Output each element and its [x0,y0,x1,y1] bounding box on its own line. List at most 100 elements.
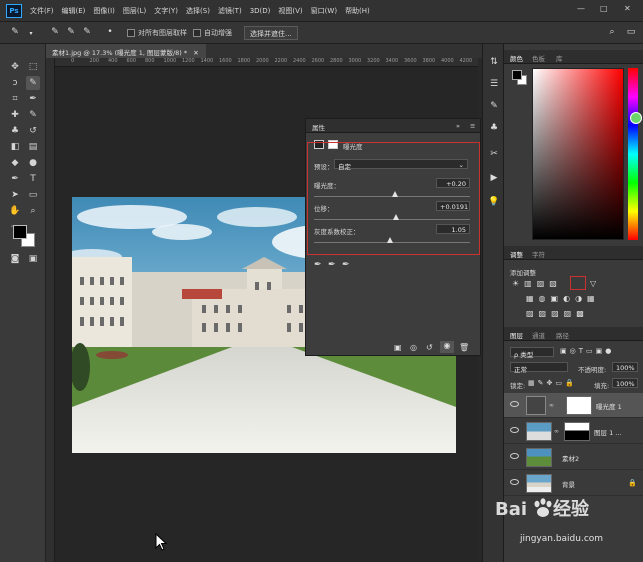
adjustment-icons-row-1[interactable]: ☀▥▨▧ [512,279,562,288]
color-panel-foreground[interactable] [512,70,522,80]
pen-tool-icon[interactable]: ✒ [8,172,22,186]
layer-row-exposure[interactable]: ∞ 曝光度 1 [504,393,643,418]
gray-point-eyedropper-icon[interactable]: ✒ [328,260,336,270]
menu-view[interactable]: 视图(V) [278,6,302,16]
quick-selection-tool-icon[interactable]: ✎ [26,76,40,90]
view-previous-state-icon[interactable]: ◎ [410,343,417,352]
tab-channels[interactable]: 通道 [532,330,545,340]
delete-icon[interactable]: 🗑 [459,343,469,352]
layer-filter-icons[interactable]: ▣◎T▭▣● [560,347,614,355]
brush-tool-icon[interactable]: ✎ [26,108,40,122]
close-button[interactable]: ✕ [624,4,631,13]
panel-menu-icon[interactable]: ≡ [470,122,475,130]
foreground-color-swatch[interactable] [13,225,27,239]
lock-icons[interactable]: ▦✎✥▭🔒 [528,379,577,387]
menu-window[interactable]: 窗口(W) [311,6,337,16]
minimize-button[interactable]: — [577,4,585,13]
gradient-map-icon[interactable]: ▽ [590,279,596,288]
quick-selection-tool-preset-icon[interactable]: ✎ [8,27,22,39]
lasso-tool-icon[interactable]: ↄ [8,76,22,90]
menu-edit[interactable]: 编辑(E) [62,6,86,16]
subtract-from-selection-icon[interactable]: ✎ [80,27,94,39]
chevron-down-icon[interactable]: ▾ [24,30,38,42]
hand-tool-icon[interactable]: ✋ [8,204,22,218]
blend-mode-dropdown[interactable]: 正常 [510,362,568,374]
eye-icon[interactable] [510,401,519,407]
tab-character[interactable]: 字符 [532,249,545,259]
menu-image[interactable]: 图像(I) [93,6,115,16]
tab-paths[interactable]: 路径 [556,330,569,340]
maximize-button[interactable]: □ [600,4,608,13]
menu-layer[interactable]: 图层(L) [123,6,146,16]
link-icon[interactable]: ∞ [554,428,559,435]
path-selection-tool-icon[interactable]: ➤ [8,188,22,202]
black-point-eyedropper-icon[interactable]: ✒ [314,260,322,270]
actions-play-icon[interactable]: ▶ [488,172,500,184]
adjust-panel-icon[interactable]: ☰ [488,78,500,90]
fill-input[interactable]: 100% [612,378,638,388]
healing-brush-tool-icon[interactable]: ✚ [8,108,22,122]
tab-adjustments[interactable]: 调整 [510,249,523,259]
adjustment-icons-row-2[interactable]: ▦◍▣◐◑▦ [526,294,600,303]
color-picker-field[interactable] [532,68,624,240]
tab-swatches[interactable]: 色板 [532,53,545,63]
menu-filter[interactable]: 滤镜(T) [218,6,242,16]
eye-icon[interactable] [510,479,519,485]
menu-file[interactable]: 文件(F) [30,6,54,16]
eye-icon[interactable] [510,427,519,433]
rectangle-tool-icon[interactable]: ▭ [26,188,40,202]
add-to-selection-icon[interactable]: ✎ [64,27,78,39]
crop-tool-icon[interactable]: ⌗ [8,92,22,106]
horizontal-ruler[interactable]: 0 200 400 600 800 1000 1200 1400 1600 1800 2000 220… [46,58,478,67]
layer-row-material2[interactable]: 素材2 [504,445,643,470]
properties-tab[interactable]: 属性 [312,122,325,132]
clone-source-icon[interactable]: ♣ [488,122,500,134]
tab-libraries[interactable]: 库 [556,53,563,63]
layer-row-background[interactable]: 背景 🔒 [504,471,643,496]
layer-row-layer1[interactable]: ∞ 图层 1 ... [504,419,643,444]
hue-slider-handle[interactable] [630,112,642,124]
layer-mask-thumbnail[interactable] [564,422,590,441]
brush-size-icon[interactable]: • [103,27,117,39]
tools-preset-icon[interactable]: ✂ [488,148,500,160]
hue-slider[interactable] [628,68,638,240]
screen-mode-icon[interactable]: ▣ [26,252,40,266]
reset-icon[interactable]: ↺ [426,343,433,352]
collapse-panel-icon[interactable]: » [456,122,460,130]
workspace-icon[interactable]: ▭ [624,27,638,39]
clip-to-layer-icon[interactable]: ▣ [394,343,402,352]
layer-mask-thumbnail[interactable] [566,396,592,415]
menu-select[interactable]: 选择(S) [186,6,210,16]
move-tool-icon[interactable]: ✥ [8,60,22,74]
layer-kind-filter[interactable]: ρ 类型 [510,347,554,359]
clone-stamp-tool-icon[interactable]: ♣ [8,124,22,138]
new-selection-icon[interactable]: ✎ [48,27,62,39]
document-tab[interactable]: 素材1.jpg @ 17.3% (曝光度 1, 图层蒙版/8) * ✕ [46,44,206,58]
zoom-tool-icon[interactable]: ⌕ [26,204,40,218]
auto-enhance-checkbox[interactable] [193,29,201,37]
tab-color[interactable]: 颜色 [510,53,523,63]
menu-3d[interactable]: 3D(D) [250,7,271,15]
sample-all-layers-checkbox[interactable] [127,29,135,37]
select-and-mask-button[interactable]: 选择并遮住... [244,26,298,40]
menu-type[interactable]: 文字(Y) [154,6,178,16]
link-icon[interactable]: ∞ [549,402,554,409]
dodge-tool-icon[interactable]: ● [26,156,40,170]
eraser-tool-icon[interactable]: ◧ [8,140,22,154]
toggle-visibility-icon[interactable]: ◉ [440,341,454,353]
adjustment-icons-row-3[interactable]: ▨▨▨▨▩ [526,309,589,318]
history-brush-tool-icon[interactable]: ↺ [26,124,40,138]
vertical-ruler[interactable] [46,58,55,562]
eye-icon[interactable] [510,453,519,459]
quick-mask-icon[interactable]: ◙ [8,252,22,266]
exposure-adjustment-button[interactable] [570,276,586,290]
eyedropper-tool-icon[interactable]: ✒ [26,92,40,106]
gradient-tool-icon[interactable]: ▤ [26,140,40,154]
opacity-input[interactable]: 100% [612,362,638,372]
type-tool-icon[interactable]: T [26,172,40,186]
brush-settings-icon[interactable]: ✎ [488,100,500,112]
blur-tool-icon[interactable]: ◆ [8,156,22,170]
tab-layers[interactable]: 图层 [510,330,523,340]
search-icon[interactable]: ⌕ [605,27,619,39]
history-panel-icon[interactable]: ⇅ [488,56,500,68]
